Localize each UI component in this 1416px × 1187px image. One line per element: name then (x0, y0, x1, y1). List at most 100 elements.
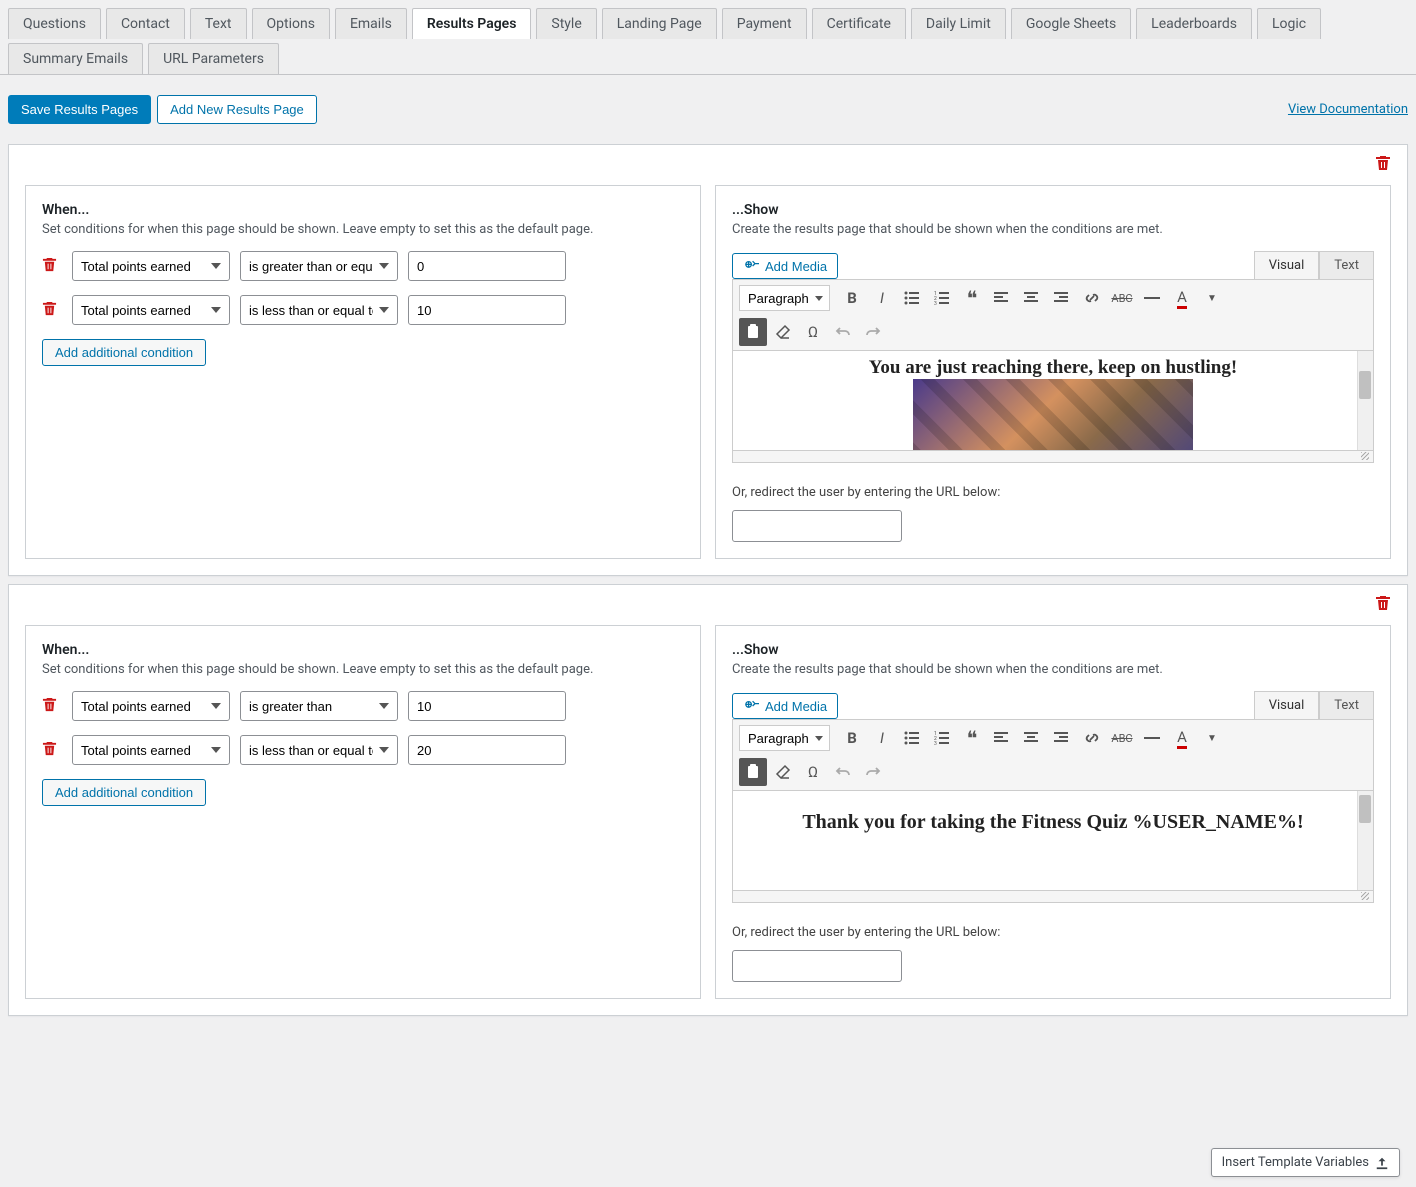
editor-tab-visual[interactable]: Visual (1254, 251, 1320, 279)
chevron-down-icon[interactable]: ▼ (1198, 284, 1226, 312)
trash-icon[interactable] (42, 697, 62, 716)
criteria-select[interactable]: Total points earned (72, 251, 230, 281)
olist-icon[interactable]: 123 (928, 284, 956, 312)
operator-select[interactable]: is greater than or equal to (240, 251, 398, 281)
trash-icon[interactable] (42, 257, 62, 276)
tab-logic[interactable]: Logic (1257, 8, 1321, 39)
textcolor-icon[interactable]: A (1168, 284, 1196, 312)
tab-url-parameters[interactable]: URL Parameters (148, 43, 279, 74)
format-select[interactable]: Paragraph (739, 285, 830, 311)
strikethrough-icon[interactable]: ABC (1108, 284, 1136, 312)
tab-emails[interactable]: Emails (335, 8, 407, 39)
clear-format-icon[interactable] (769, 318, 797, 346)
tab-certificate[interactable]: Certificate (812, 8, 906, 39)
operator-select[interactable]: is less than or equal to (240, 735, 398, 765)
format-select[interactable]: Paragraph (739, 725, 830, 751)
tab-payment[interactable]: Payment (722, 8, 807, 39)
resize-handle[interactable] (732, 451, 1374, 463)
link-icon[interactable] (1078, 284, 1106, 312)
align-right-icon[interactable] (1048, 724, 1076, 752)
quote-icon[interactable]: ❝ (958, 724, 986, 752)
ulist-icon[interactable] (898, 724, 926, 752)
special-char-icon[interactable]: Ω (799, 318, 827, 346)
tab-results-pages[interactable]: Results Pages (412, 8, 532, 39)
editor-content[interactable]: Thank you for taking the Fitness Quiz %U… (732, 791, 1374, 891)
trash-icon[interactable] (42, 301, 62, 320)
trash-icon[interactable] (1375, 595, 1391, 615)
redirect-url-input[interactable] (732, 510, 902, 542)
align-center-icon[interactable] (1018, 724, 1046, 752)
add-condition-button[interactable]: Add additional condition (42, 779, 206, 806)
scrollbar[interactable] (1357, 791, 1373, 890)
criteria-select[interactable]: Total points earned (72, 295, 230, 325)
condition-row: Total points earned is greater than (42, 691, 684, 721)
quote-icon[interactable]: ❝ (958, 284, 986, 312)
paste-icon[interactable] (739, 758, 767, 786)
tab-questions[interactable]: Questions (8, 8, 101, 39)
scrollbar[interactable] (1357, 351, 1373, 450)
save-button[interactable]: Save Results Pages (8, 95, 151, 124)
add-media-button[interactable]: Add Media (732, 693, 838, 719)
add-media-button[interactable]: Add Media (732, 253, 838, 279)
chevron-down-icon[interactable]: ▼ (1198, 724, 1226, 752)
link-icon[interactable] (1078, 724, 1106, 752)
editor-toolbar: Paragraph B I 123 ❝ ABC A ▼ Ω (732, 719, 1374, 791)
results-page: When... Set conditions for when this pag… (8, 584, 1408, 1016)
textcolor-icon[interactable]: A (1168, 724, 1196, 752)
align-right-icon[interactable] (1048, 284, 1076, 312)
value-input[interactable] (408, 691, 566, 721)
criteria-select[interactable]: Total points earned (72, 735, 230, 765)
value-input[interactable] (408, 251, 566, 281)
align-left-icon[interactable] (988, 724, 1016, 752)
align-left-icon[interactable] (988, 284, 1016, 312)
strikethrough-icon[interactable]: ABC (1108, 724, 1136, 752)
redo-icon[interactable] (859, 758, 887, 786)
tab-contact[interactable]: Contact (106, 8, 185, 39)
when-panel: When... Set conditions for when this pag… (25, 185, 701, 559)
value-input[interactable] (408, 295, 566, 325)
undo-icon[interactable] (829, 318, 857, 346)
editor-tab-visual[interactable]: Visual (1254, 691, 1320, 719)
show-title: ...Show (732, 202, 1374, 218)
italic-icon[interactable]: I (868, 724, 896, 752)
bold-icon[interactable]: B (838, 284, 866, 312)
add-condition-button[interactable]: Add additional condition (42, 339, 206, 366)
ulist-icon[interactable] (898, 284, 926, 312)
operator-select[interactable]: is greater than (240, 691, 398, 721)
olist-icon[interactable]: 123 (928, 724, 956, 752)
bold-icon[interactable]: B (838, 724, 866, 752)
main-tabs: Questions Contact Text Options Emails Re… (0, 0, 1416, 75)
tab-google-sheets[interactable]: Google Sheets (1011, 8, 1131, 39)
special-char-icon[interactable]: Ω (799, 758, 827, 786)
paste-icon[interactable] (739, 318, 767, 346)
editor-tab-text[interactable]: Text (1319, 691, 1374, 719)
editor-content[interactable]: You are just reaching there, keep on hus… (732, 351, 1374, 451)
criteria-select[interactable]: Total points earned (72, 691, 230, 721)
trash-icon[interactable] (42, 741, 62, 760)
content-image (913, 379, 1193, 451)
add-results-page-button[interactable]: Add New Results Page (157, 95, 317, 124)
italic-icon[interactable]: I (868, 284, 896, 312)
tab-leaderboards[interactable]: Leaderboards (1136, 8, 1252, 39)
undo-icon[interactable] (829, 758, 857, 786)
svg-text:3: 3 (934, 741, 937, 746)
tab-options[interactable]: Options (252, 8, 330, 39)
trash-icon[interactable] (1375, 155, 1391, 175)
insert-template-variables-button[interactable]: Insert Template Variables (1211, 1148, 1400, 1177)
tab-style[interactable]: Style (536, 8, 596, 39)
hr-icon[interactable] (1138, 724, 1166, 752)
editor-tab-text[interactable]: Text (1319, 251, 1374, 279)
tab-summary-emails[interactable]: Summary Emails (8, 43, 143, 74)
tab-landing-page[interactable]: Landing Page (602, 8, 717, 39)
resize-handle[interactable] (732, 891, 1374, 903)
documentation-link[interactable]: View Documentation (1288, 102, 1408, 117)
redirect-url-input[interactable] (732, 950, 902, 982)
clear-format-icon[interactable] (769, 758, 797, 786)
align-center-icon[interactable] (1018, 284, 1046, 312)
value-input[interactable] (408, 735, 566, 765)
redo-icon[interactable] (859, 318, 887, 346)
operator-select[interactable]: is less than or equal to (240, 295, 398, 325)
tab-daily-limit[interactable]: Daily Limit (911, 8, 1006, 39)
hr-icon[interactable] (1138, 284, 1166, 312)
tab-text[interactable]: Text (190, 8, 247, 39)
